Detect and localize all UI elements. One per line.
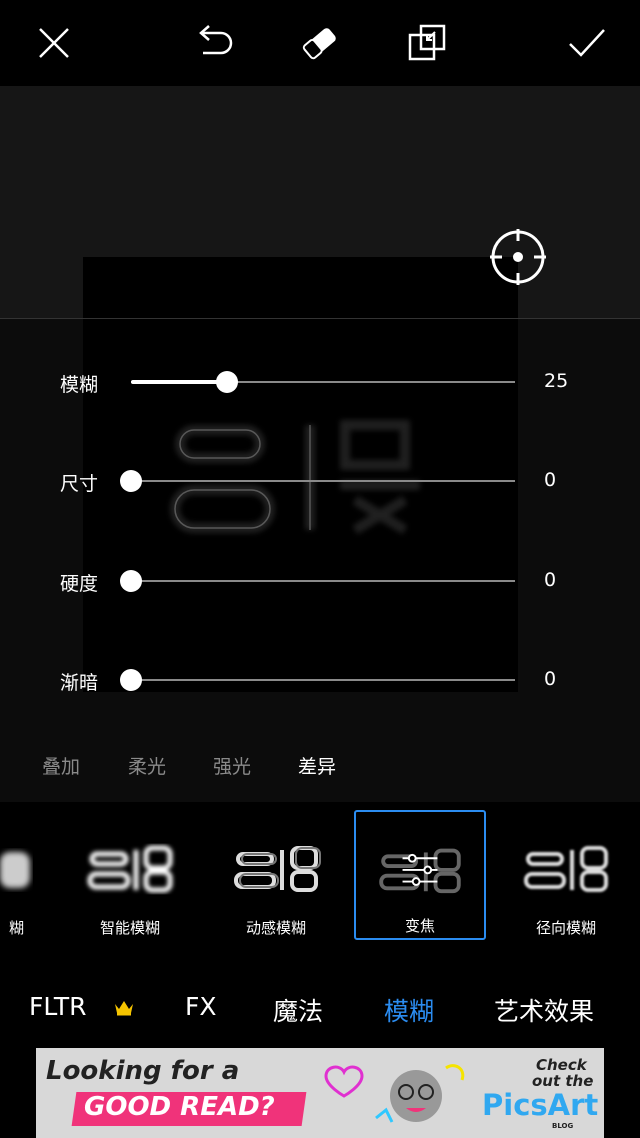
- effect-label: 动感模糊: [245, 919, 306, 937]
- blend-mode-soft-light[interactable]: 柔光: [128, 752, 166, 779]
- effect-thumbnail: [87, 845, 173, 893]
- effect-thumbnail: [379, 848, 461, 894]
- undo-button[interactable]: [188, 18, 238, 68]
- category-artistic[interactable]: 艺术效果: [494, 992, 594, 1028]
- effect-strip: 糊 智能模糊 动感模糊 变焦 径向模糊: [0, 802, 640, 960]
- category-bar: FLTR FX 魔法 模糊 艺术效果: [0, 968, 640, 1048]
- blend-mode-overlay[interactable]: 叠加: [42, 752, 80, 779]
- slider-label: 尺寸: [60, 473, 99, 495]
- ad-headline: Looking for a: [46, 1056, 240, 1086]
- category-blur[interactable]: 模糊: [384, 992, 434, 1028]
- ad-illustration: [324, 1064, 465, 1123]
- effect-label: 智能模糊: [99, 919, 160, 937]
- eraser-button[interactable]: [295, 18, 345, 68]
- effect-thumbnail: [0, 852, 30, 888]
- crosshair-target-icon[interactable]: [490, 229, 546, 285]
- slider-label: 硬度: [60, 573, 99, 595]
- close-button[interactable]: [29, 18, 79, 68]
- effect-thumbnail: [234, 846, 321, 892]
- category-fltr[interactable]: FLTR: [29, 992, 87, 1021]
- slider-size: 尺寸 0: [0, 461, 640, 501]
- effect-label: 糊: [8, 919, 24, 937]
- undo-icon: [199, 25, 233, 55]
- effect-item[interactable]: 径向模糊: [500, 810, 632, 940]
- top-toolbar: [0, 0, 640, 86]
- blend-mode-difference[interactable]: 差异: [298, 752, 336, 779]
- slider-label: 渐暗: [60, 672, 99, 694]
- slider-value: 0: [544, 469, 557, 491]
- effect-item[interactable]: 糊: [0, 810, 36, 940]
- slider-value: 25: [544, 370, 569, 392]
- slider-track[interactable]: [120, 470, 515, 492]
- slider-thumb[interactable]: [120, 570, 142, 592]
- effect-item[interactable]: 变焦: [354, 810, 486, 940]
- apply-button[interactable]: [562, 18, 612, 68]
- slider-blur: 模糊 25: [0, 362, 640, 402]
- category-magic[interactable]: 魔法: [273, 992, 323, 1028]
- effect-thumbnail: [524, 846, 608, 892]
- close-icon: [39, 28, 69, 58]
- slider-track[interactable]: [120, 570, 515, 592]
- ad-brand: PicsArt: [482, 1088, 599, 1122]
- slider-fade: 渐暗 0: [0, 660, 640, 700]
- checkmark-icon: [569, 29, 605, 57]
- slider-track[interactable]: [131, 371, 515, 393]
- eraser-icon: [302, 28, 336, 60]
- crown-icon: [115, 1001, 133, 1016]
- effect-label: 变焦: [404, 917, 435, 935]
- category-fx[interactable]: FX: [185, 992, 217, 1021]
- ad-brand-sub: BLOG: [552, 1122, 574, 1130]
- ad-banner[interactable]: Looking for a GOOD READ? Check out the P…: [36, 1048, 604, 1138]
- slider-thumb[interactable]: [120, 470, 142, 492]
- blend-mode-hard-light[interactable]: 强光: [213, 752, 251, 779]
- effect-item[interactable]: 智能模糊: [64, 810, 196, 940]
- slider-value: 0: [544, 569, 557, 591]
- compare-button[interactable]: [402, 18, 452, 68]
- slider-value: 0: [544, 668, 557, 690]
- slider-label: 模糊: [60, 374, 99, 396]
- slider-thumb[interactable]: [120, 669, 142, 691]
- compare-icon: [408, 24, 446, 61]
- slider-hardness: 硬度 0: [0, 561, 640, 601]
- effect-item[interactable]: 动感模糊: [210, 810, 342, 940]
- ad-subheadline: GOOD READ?: [84, 1092, 275, 1122]
- effect-label: 径向模糊: [535, 919, 596, 937]
- slider-track[interactable]: [120, 669, 515, 691]
- settings-sliders-icon: [402, 853, 438, 886]
- slider-fill: [131, 380, 227, 384]
- slider-thumb[interactable]: [216, 371, 238, 393]
